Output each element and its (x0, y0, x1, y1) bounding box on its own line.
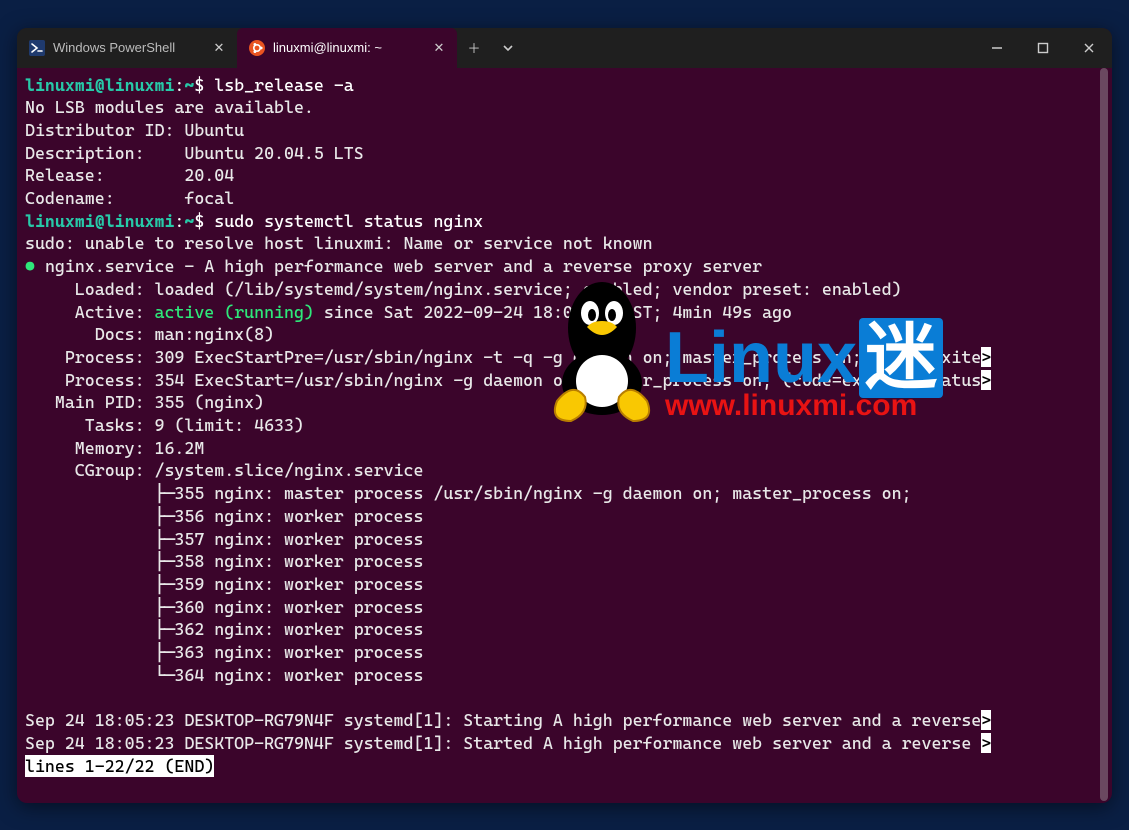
output-line: No LSB modules are available. (25, 97, 314, 117)
close-icon[interactable]: ✕ (431, 40, 447, 56)
service-header: nginx.service - A high performance web s… (45, 256, 762, 276)
output-label: Active: (25, 302, 155, 322)
line-truncated-icon: > (981, 370, 991, 390)
tab-label: linuxmi@linuxmi: ~ (273, 40, 382, 55)
output-line: Description: Ubuntu 20.04.5 LTS (25, 143, 364, 163)
output-line: ├─363 nginx: worker process (25, 642, 423, 662)
output-line: CGroup: /system.slice/nginx.service (25, 460, 423, 480)
output-line: Main PID: 355 (nginx) (25, 392, 264, 412)
line-truncated-icon: > (981, 710, 991, 730)
output-line: ├─358 nginx: worker process (25, 551, 423, 571)
ubuntu-icon (249, 40, 265, 56)
pager-status: lines 1-22/22 (END) (25, 755, 214, 778)
maximize-button[interactable] (1020, 28, 1066, 68)
output-line: Sep 24 18:05:23 DESKTOP-RG79N4F systemd[… (25, 710, 981, 730)
tab-dropdown-button[interactable] (491, 28, 525, 68)
output-line: ├─357 nginx: worker process (25, 529, 423, 549)
prompt-path: ~ (184, 75, 194, 95)
output-line: Codename: focal (25, 188, 234, 208)
output-line: Docs: man:nginx(8) (25, 324, 274, 344)
output-line: ├─355 nginx: master process /usr/sbin/ng… (25, 483, 912, 503)
window-frame: Windows PowerShell ✕ linuxmi@linuxmi: ~ … (17, 28, 1112, 803)
window-controls (974, 28, 1112, 68)
output-line: ├─362 nginx: worker process (25, 619, 423, 639)
output-line: Tasks: 9 (limit: 4633) (25, 415, 304, 435)
prompt-colon: : (174, 75, 184, 95)
output-line: ├─360 nginx: worker process (25, 597, 423, 617)
line-truncated-icon: > (981, 347, 991, 367)
output-line: Memory: 16.2M (25, 438, 204, 458)
tab-label: Windows PowerShell (53, 40, 175, 55)
command-text: lsb_release -a (214, 75, 353, 95)
prompt-user-host: linuxmi@linuxmi (25, 75, 174, 95)
output-line: sudo: unable to resolve host linuxmi: Na… (25, 233, 653, 253)
output-line: └─364 nginx: worker process (25, 665, 423, 685)
prompt-sigil: $ (194, 211, 204, 231)
status-dot-icon: ● (25, 256, 35, 276)
output-line: Loaded: loaded (/lib/systemd/system/ngin… (25, 279, 902, 299)
prompt-path: ~ (184, 211, 194, 231)
prompt-colon: : (174, 211, 184, 231)
output-line: ├─359 nginx: worker process (25, 574, 423, 594)
output-line: ├─356 nginx: worker process (25, 506, 423, 526)
line-truncated-icon: > (981, 733, 991, 753)
tab-ubuntu-terminal[interactable]: linuxmi@linuxmi: ~ ✕ (237, 28, 457, 68)
titlebar: Windows PowerShell ✕ linuxmi@linuxmi: ~ … (17, 28, 1112, 68)
new-tab-button[interactable]: ＋ (457, 28, 491, 68)
scrollbar-thumb[interactable] (1100, 68, 1108, 801)
command-text: sudo systemctl status nginx (214, 211, 483, 231)
command-text (204, 75, 214, 95)
close-icon[interactable]: ✕ (211, 40, 227, 56)
status-active: active (running) (155, 302, 314, 322)
prompt-user-host: linuxmi@linuxmi (25, 211, 174, 231)
scrollbar[interactable] (1098, 68, 1110, 801)
output-line: Release: 20.04 (25, 165, 234, 185)
output-line: Process: 354 ExecStart=/usr/sbin/nginx -… (25, 370, 981, 390)
output-line: Sep 24 18:05:23 DESKTOP-RG79N4F systemd[… (25, 733, 981, 753)
powershell-icon (29, 40, 45, 56)
close-window-button[interactable] (1066, 28, 1112, 68)
output-line: Distributor ID: Ubuntu (25, 120, 244, 140)
output-line: Process: 309 ExecStartPre=/usr/sbin/ngin… (25, 347, 981, 367)
tab-powershell[interactable]: Windows PowerShell ✕ (17, 28, 237, 68)
prompt-sigil: $ (194, 75, 204, 95)
terminal-output[interactable]: linuxmi@linuxmi:~$ lsb_release -a No LSB… (17, 68, 1112, 803)
minimize-button[interactable] (974, 28, 1020, 68)
output-line: since Sat 2022-09-24 18:05:23 CST; 4min … (314, 302, 792, 322)
